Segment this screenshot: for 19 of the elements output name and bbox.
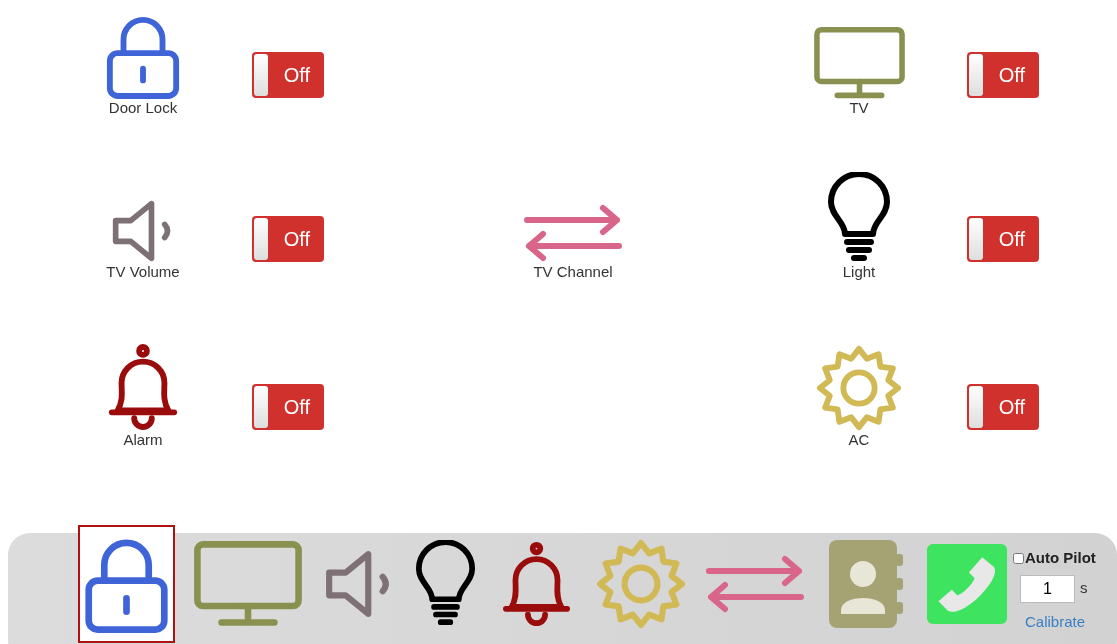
device-label: TV xyxy=(849,99,869,117)
device-label: Alarm xyxy=(123,431,163,449)
device-label: TV Volume xyxy=(106,263,180,281)
number-field[interactable]: 1 xyxy=(1020,574,1075,603)
dock-button[interactable] xyxy=(78,525,175,643)
toggle-switch[interactable]: Off xyxy=(252,52,324,98)
device-label: TV Channel xyxy=(533,263,613,281)
device-label: Light xyxy=(842,263,876,281)
device-label: Door Lock xyxy=(108,99,178,117)
checkbox-label: Auto Pilot xyxy=(1025,548,1096,568)
calibrate-link[interactable]: Calibrate xyxy=(1025,610,1096,633)
toggle-switch[interactable]: Off xyxy=(252,384,324,430)
toggle-switch[interactable]: Off xyxy=(967,52,1039,98)
toggle-switch[interactable]: Off xyxy=(967,384,1039,430)
checkbox[interactable] xyxy=(1013,552,1024,564)
toggle-switch[interactable]: Off xyxy=(967,216,1039,262)
unit-label: s xyxy=(1080,578,1088,599)
device-label: AC xyxy=(848,431,870,449)
toggle-switch[interactable]: Off xyxy=(252,216,324,262)
